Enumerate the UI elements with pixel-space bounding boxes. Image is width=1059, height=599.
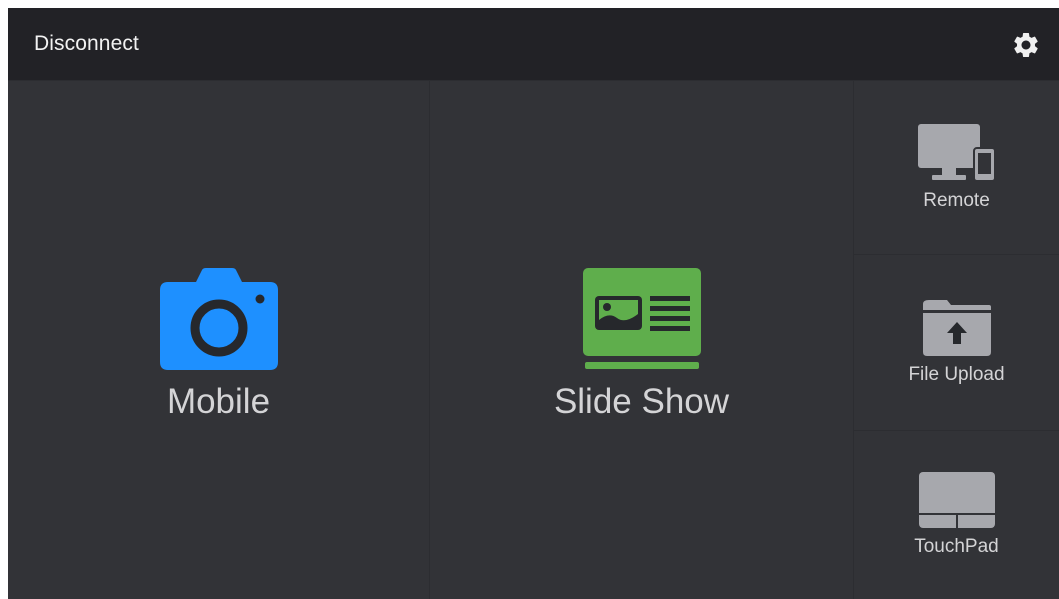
folder-upload-icon xyxy=(922,299,991,356)
disconnect-button[interactable]: Disconnect xyxy=(34,32,139,56)
top-bar: Disconnect xyxy=(8,8,1059,80)
monitor-phone-icon xyxy=(917,123,996,182)
remote-tile[interactable]: Remote xyxy=(854,81,1059,254)
gear-icon[interactable] xyxy=(1011,30,1041,60)
touchpad-label: TouchPad xyxy=(914,536,999,557)
slideshow-tile[interactable]: Slide Show xyxy=(430,81,853,599)
slideshow-icon xyxy=(582,268,701,369)
file-upload-label: File Upload xyxy=(908,363,1005,385)
mobile-label: Mobile xyxy=(166,382,271,421)
touchpad-icon xyxy=(918,472,995,528)
app-window: Disconnect Mobile Slide Show Remote File… xyxy=(8,8,1059,599)
remote-label: Remote xyxy=(923,189,990,211)
mobile-tile[interactable]: Mobile xyxy=(8,81,429,599)
file-upload-tile[interactable]: File Upload xyxy=(854,255,1059,430)
slideshow-label: Slide Show xyxy=(553,382,730,421)
touchpad-tile[interactable]: TouchPad xyxy=(854,431,1059,599)
camera-icon xyxy=(159,268,278,370)
